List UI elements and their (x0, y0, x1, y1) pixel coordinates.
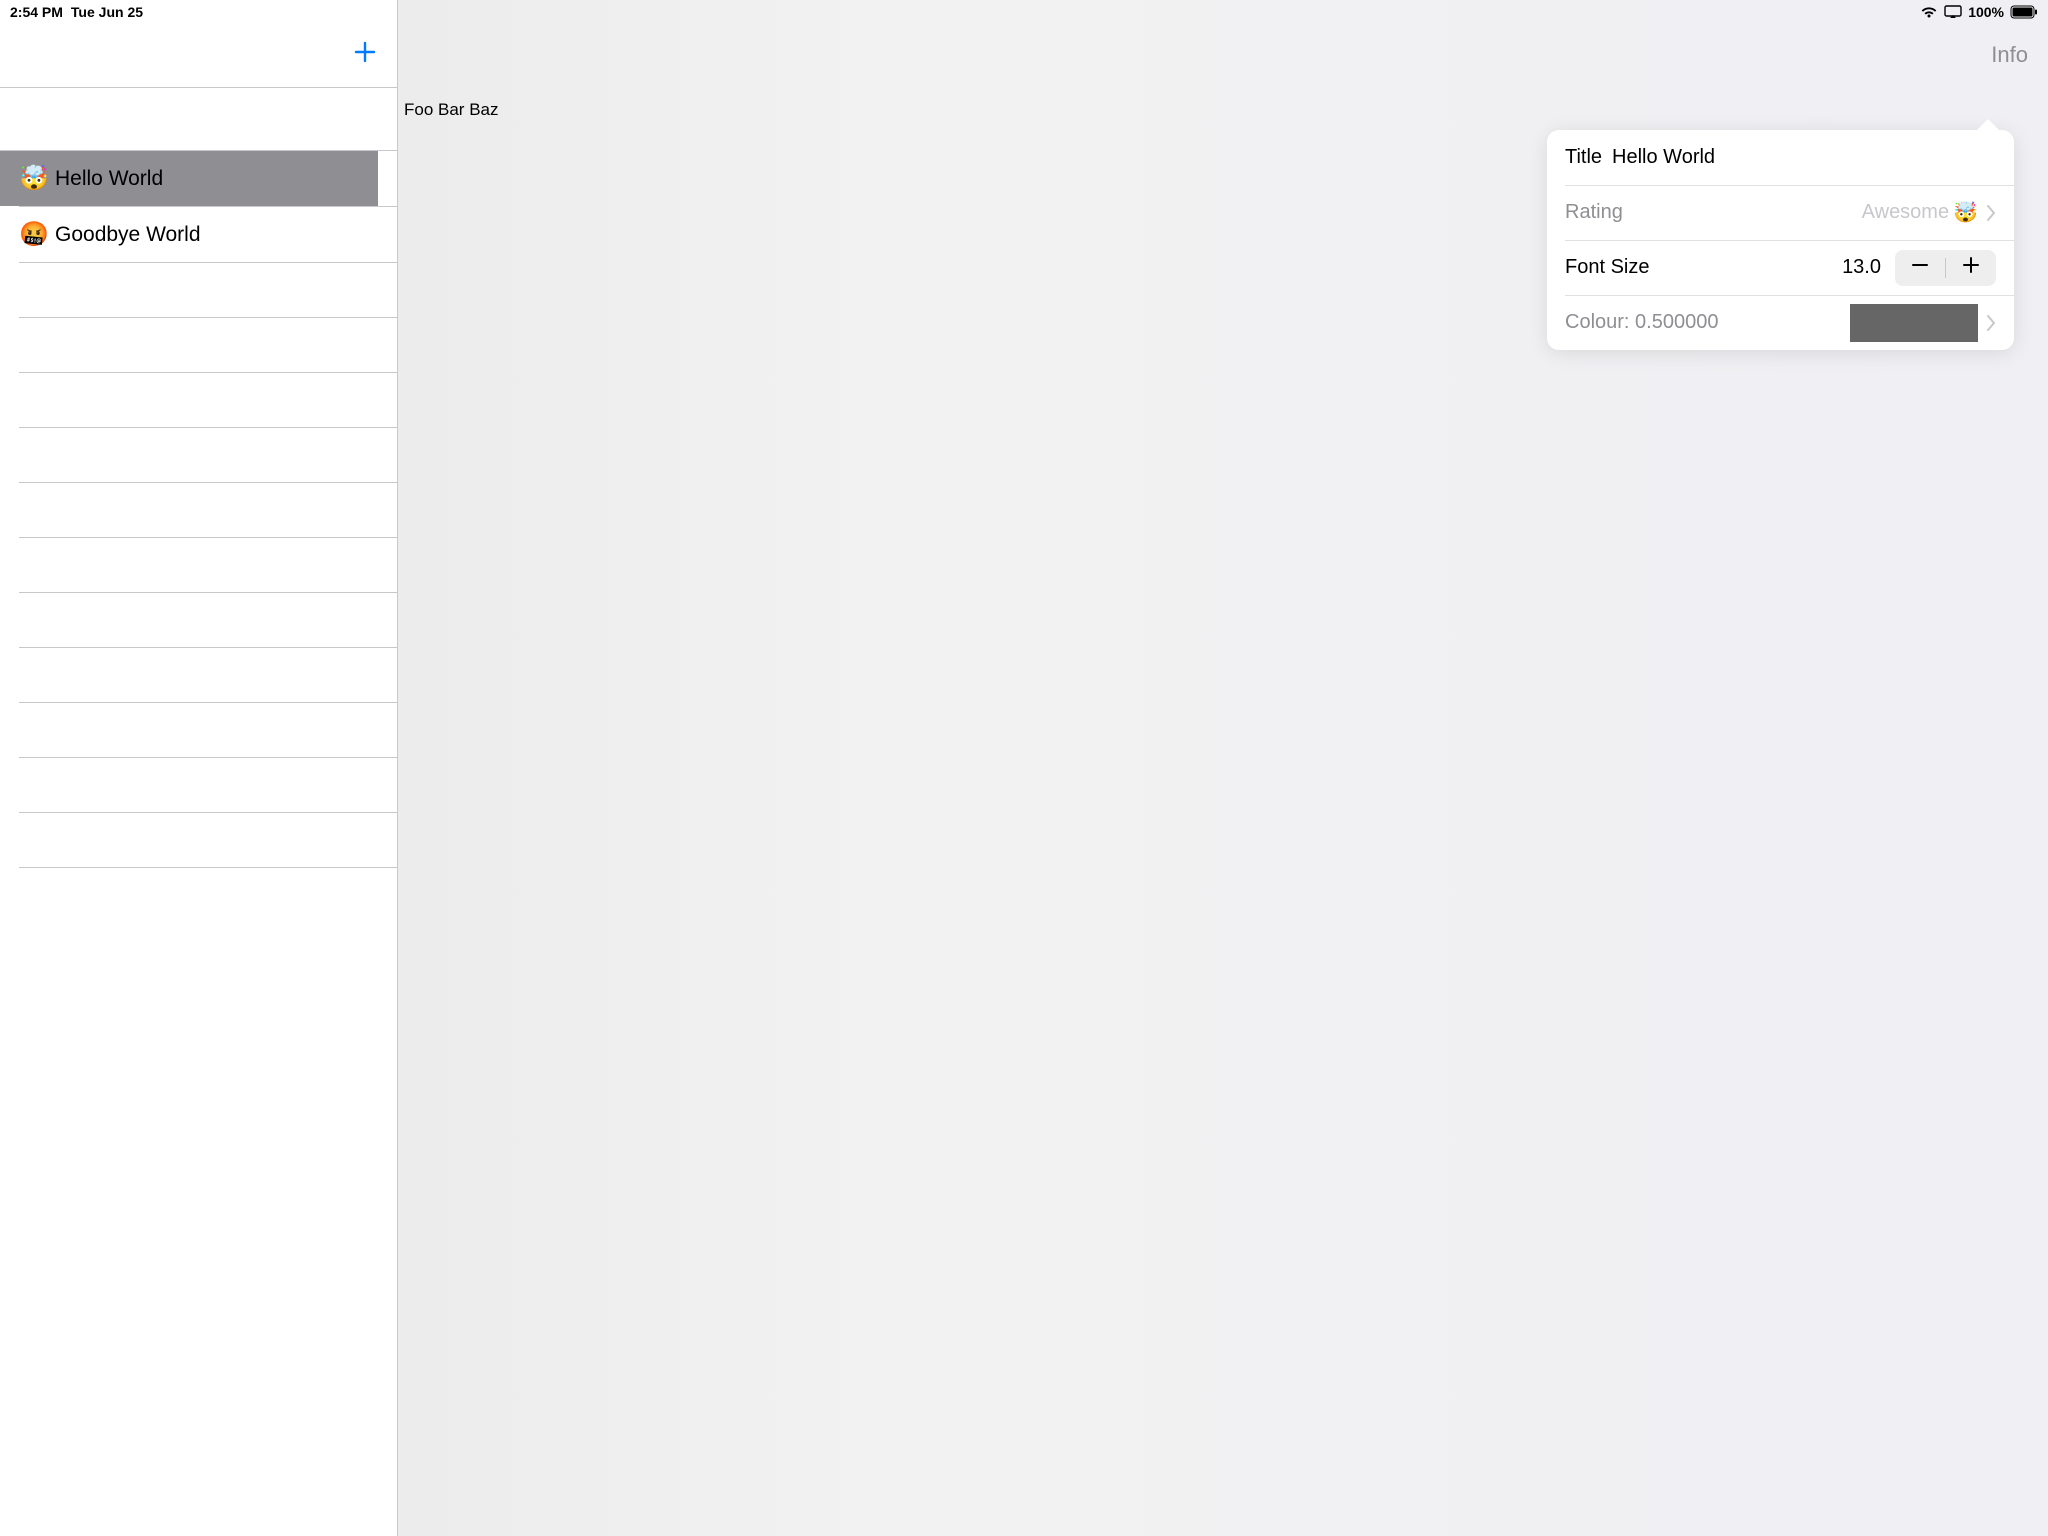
rating-row[interactable]: Rating Awesome 🤯 (1547, 185, 2014, 240)
status-time: 2:54 PM (10, 4, 63, 20)
title-value[interactable]: Hello World (1612, 146, 1715, 169)
master-list[interactable]: 🤯 Hello World 🤬 Goodbye World (0, 88, 397, 1536)
add-button[interactable] (349, 38, 381, 70)
fontsize-stepper[interactable] (1895, 250, 1996, 286)
colour-swatch (1850, 304, 1978, 342)
cursing-face-icon: 🤬 (19, 221, 47, 249)
detail-body-text: Foo Bar Baz (404, 100, 499, 120)
chevron-right-icon (1986, 204, 1996, 222)
fontsize-label: Font Size (1565, 256, 1649, 279)
title-label: Title (1565, 146, 1602, 169)
colour-row[interactable]: Colour: 0.500000 (1547, 295, 2014, 350)
minus-icon (1911, 256, 1929, 280)
list-item[interactable]: 🤯 Hello World (0, 151, 378, 206)
info-popover: Title Hello World Rating Awesome 🤯 Font … (1547, 130, 2014, 350)
mind-blown-icon: 🤯 (1953, 200, 1978, 225)
stepper-minus-button[interactable] (1895, 250, 1945, 286)
plus-icon (1962, 256, 1980, 280)
fontsize-row: Font Size 13.0 (1547, 240, 2014, 295)
info-button[interactable]: Info (1991, 42, 2028, 68)
battery-icon (2010, 5, 2038, 19)
airplay-icon (1944, 5, 1962, 19)
detail-pane: Info Foo Bar Baz Title Hello World Ratin… (398, 0, 2048, 1536)
rating-value: Awesome (1862, 201, 1949, 224)
list-item-label: Hello World (55, 167, 163, 191)
colour-label: Colour: 0.500000 (1565, 311, 1718, 334)
rating-label: Rating (1565, 201, 1623, 224)
fontsize-value: 13.0 (1842, 256, 1881, 279)
status-date: Tue Jun 25 (71, 4, 143, 20)
status-bar: 2:54 PM Tue Jun 25 100% (0, 0, 2048, 24)
stepper-plus-button[interactable] (1946, 250, 1996, 286)
title-row[interactable]: Title Hello World (1547, 130, 2014, 185)
wifi-icon (1920, 5, 1938, 19)
list-item-label: Goodbye World (55, 223, 201, 247)
mind-blown-icon: 🤯 (19, 165, 47, 193)
battery-percent: 100% (1968, 4, 2004, 20)
plus-icon (353, 40, 377, 69)
master-pane: 🤯 Hello World 🤬 Goodbye World (0, 0, 398, 1536)
list-item[interactable]: 🤬 Goodbye World (0, 207, 397, 262)
chevron-right-icon (1986, 314, 1996, 332)
